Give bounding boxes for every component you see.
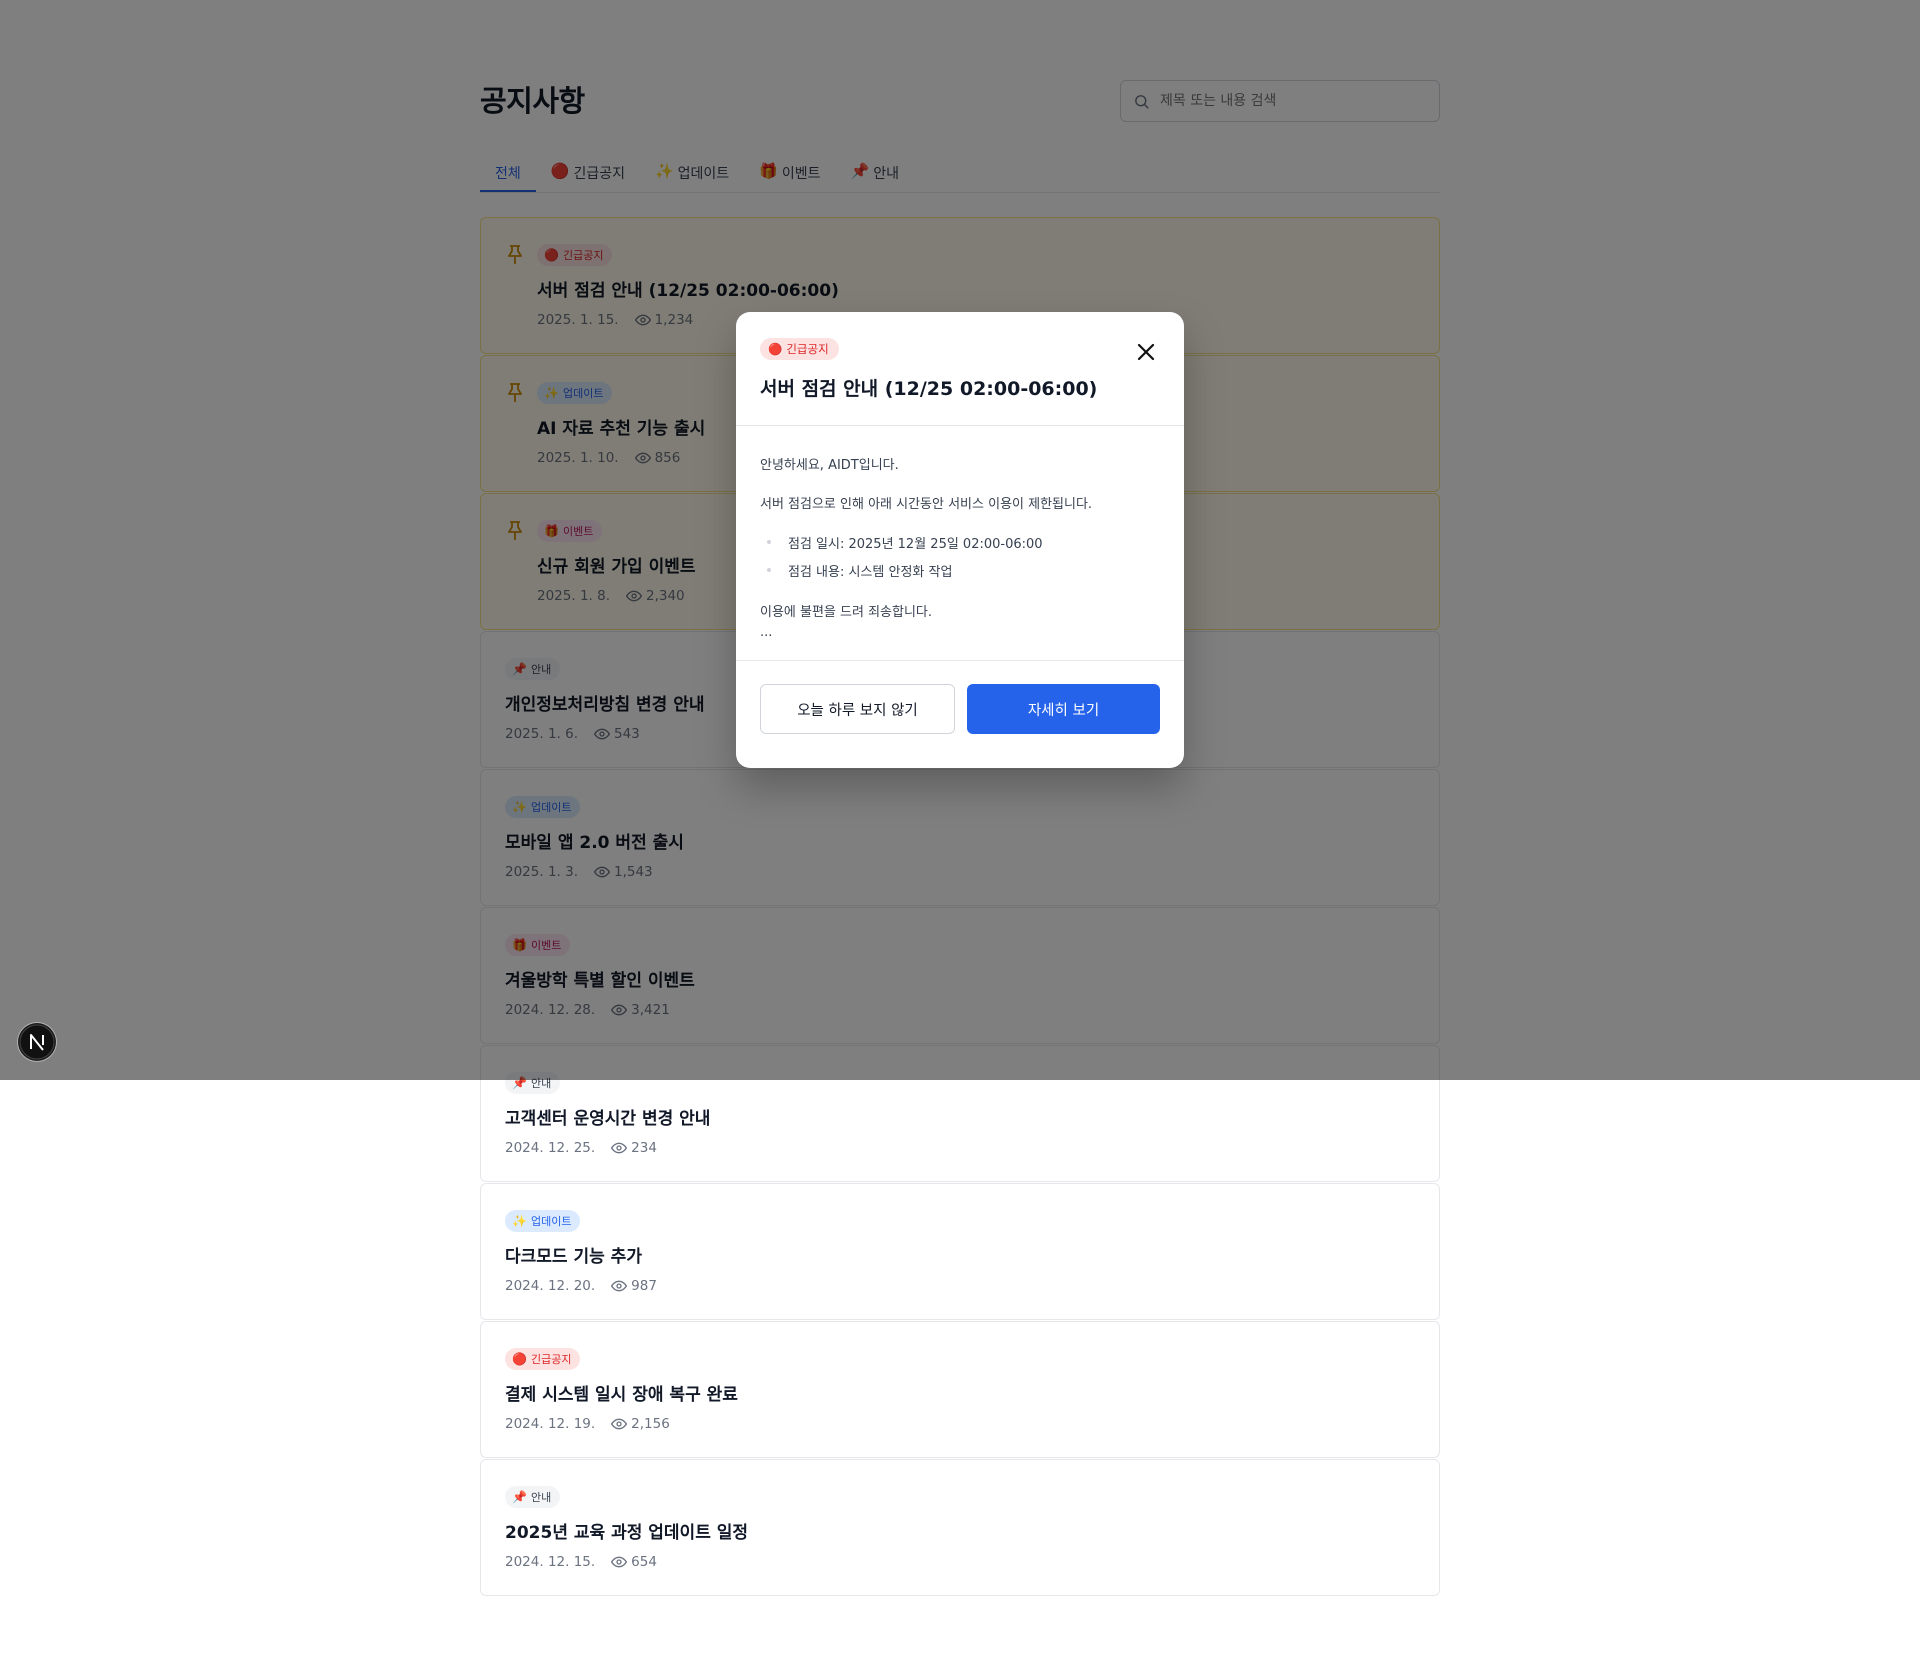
badge-label: 긴급공지 (786, 342, 829, 356)
modal-content: 안녕하세요, AIDT입니다. 서버 점검으로 인해 아래 시간동안 서비스 이… (736, 426, 1184, 661)
modal-footer: 오늘 하루 보지 않기 자세히 보기 (736, 661, 1184, 768)
notice-date: 2024. 12. 15. (505, 1554, 596, 1570)
bullet-dot (767, 568, 771, 572)
apology-text: 이용에 불편을 드려 죄송합니다. (760, 605, 933, 620)
notice-meta: 2024. 12. 19. 2,156 (505, 1416, 670, 1432)
dismiss-today-button[interactable]: 오늘 하루 보지 않기 (760, 684, 955, 734)
notice-title: 결제 시스템 일시 장애 복구 완료 (505, 1385, 738, 1405)
bullet-item: 점검 내용: 시스템 안정화 작업 (788, 565, 953, 580)
bullet-item: 점검 일시: 2025년 12월 25일 02:00-06:00 (788, 537, 1043, 552)
view-count: 987 (631, 1278, 657, 1294)
notice-meta: 2024. 12. 20. 987 (505, 1278, 657, 1294)
close-icon[interactable] (1134, 340, 1158, 364)
notice-item[interactable]: ✨ 업데이트 다크모드 기능 추가 2024. 12. 20. 987 (480, 1183, 1440, 1320)
category-badge: 📌안내 (505, 1486, 561, 1508)
notice-item[interactable]: 🔴 긴급공지 결제 시스템 일시 장애 복구 완료 2024. 12. 19. 2,… (480, 1321, 1440, 1458)
view-count: 2,156 (631, 1416, 670, 1432)
eye-icon (611, 1142, 628, 1154)
category-badge: 🔴긴급공지 (505, 1348, 581, 1370)
bullet-dot (767, 540, 771, 544)
notice-item[interactable]: 📌 안내 2025년 교육 과정 업데이트 일정 2024. 12. 15. 654 (480, 1459, 1440, 1596)
category-badge: ✨업데이트 (505, 1210, 581, 1232)
red-circle-icon: 🔴 (768, 342, 783, 356)
view-details-button[interactable]: 자세히 보기 (967, 684, 1160, 734)
notice-meta: 2024. 12. 15. 654 (505, 1554, 657, 1570)
badge-label: 안내 (530, 1491, 552, 1504)
view-count: 654 (631, 1554, 657, 1570)
pushpin-icon: 📌 (512, 1490, 527, 1504)
notice-date: 2024. 12. 25. (505, 1140, 596, 1156)
category-badge: 🔴 긴급공지 (760, 338, 839, 360)
notice-meta: 2024. 12. 25. 234 (505, 1140, 657, 1156)
eye-icon (611, 1280, 628, 1292)
notice-title: 고객센터 운영시간 변경 안내 (505, 1109, 711, 1129)
eye-icon (611, 1556, 628, 1568)
greeting-text: 안녕하세요, AIDT입니다. (760, 458, 899, 473)
badge-label: 업데이트 (530, 1215, 572, 1228)
red-circle-icon: 🔴 (512, 1352, 527, 1366)
intro-text: 서버 점검으로 인해 아래 시간동안 서비스 이용이 제한됩니다. (760, 497, 1093, 512)
notice-title: 다크모드 기능 추가 (505, 1247, 642, 1267)
modal-title: 서버 점검 안내 (12/25 02:00-06:00) (760, 378, 1098, 400)
eye-icon (611, 1418, 628, 1430)
notice-date: 2024. 12. 19. (505, 1416, 596, 1432)
ellipsis-text: ... (760, 625, 773, 640)
notice-date: 2024. 12. 20. (505, 1278, 596, 1294)
n-logo-icon (19, 1024, 55, 1060)
nextjs-dev-indicator[interactable] (18, 1023, 56, 1061)
notice-popup-modal: 🔴 긴급공지 서버 점검 안내 (12/25 02:00-06:00) 안녕하세… (736, 312, 1184, 768)
modal-header: 🔴 긴급공지 서버 점검 안내 (12/25 02:00-06:00) (736, 312, 1184, 426)
sparkles-icon: ✨ (512, 1214, 527, 1228)
view-count: 234 (631, 1140, 657, 1156)
notice-title: 2025년 교육 과정 업데이트 일정 (505, 1523, 749, 1543)
badge-label: 긴급공지 (530, 1353, 572, 1366)
